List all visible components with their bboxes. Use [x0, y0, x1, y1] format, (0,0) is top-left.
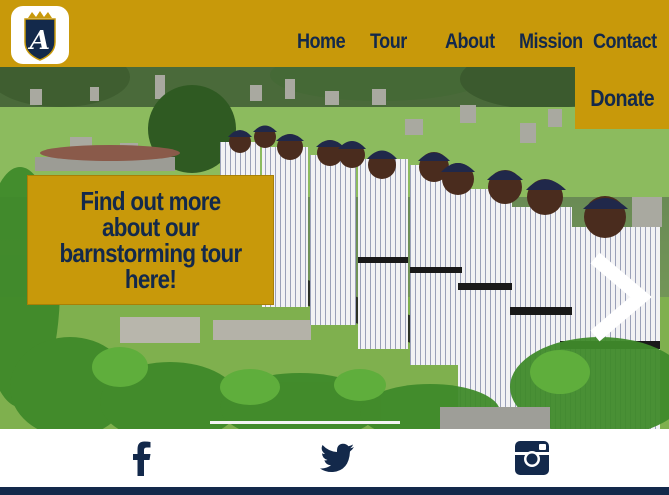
tour-promo-link[interactable]: Find out more about our barnstorming tou…	[27, 175, 274, 305]
social-bar	[0, 429, 669, 487]
nav-mission[interactable]: Mission	[519, 30, 583, 54]
slide-progress-indicator	[210, 421, 400, 424]
logo-letter: A	[27, 26, 50, 56]
promo-text: Find out more about our barnstorming tou…	[59, 186, 242, 294]
facebook-icon[interactable]	[122, 438, 162, 478]
site-header: A Home Tour About Mission Contact	[0, 0, 669, 67]
nav-about[interactable]: About	[445, 30, 495, 54]
nav-contact[interactable]: Contact	[593, 30, 657, 54]
twitter-icon[interactable]	[317, 438, 357, 478]
crown-shield-logo-icon: A	[24, 11, 56, 61]
nav-home[interactable]: Home	[297, 30, 346, 54]
footer-strip	[0, 487, 669, 495]
chevron-right-icon[interactable]	[583, 252, 653, 342]
site-logo[interactable]: A	[11, 6, 69, 64]
donate-label: Donate	[590, 84, 654, 111]
nav-tour[interactable]: Tour	[370, 30, 407, 54]
donate-button[interactable]: Donate	[575, 67, 669, 129]
instagram-icon[interactable]	[512, 438, 552, 478]
